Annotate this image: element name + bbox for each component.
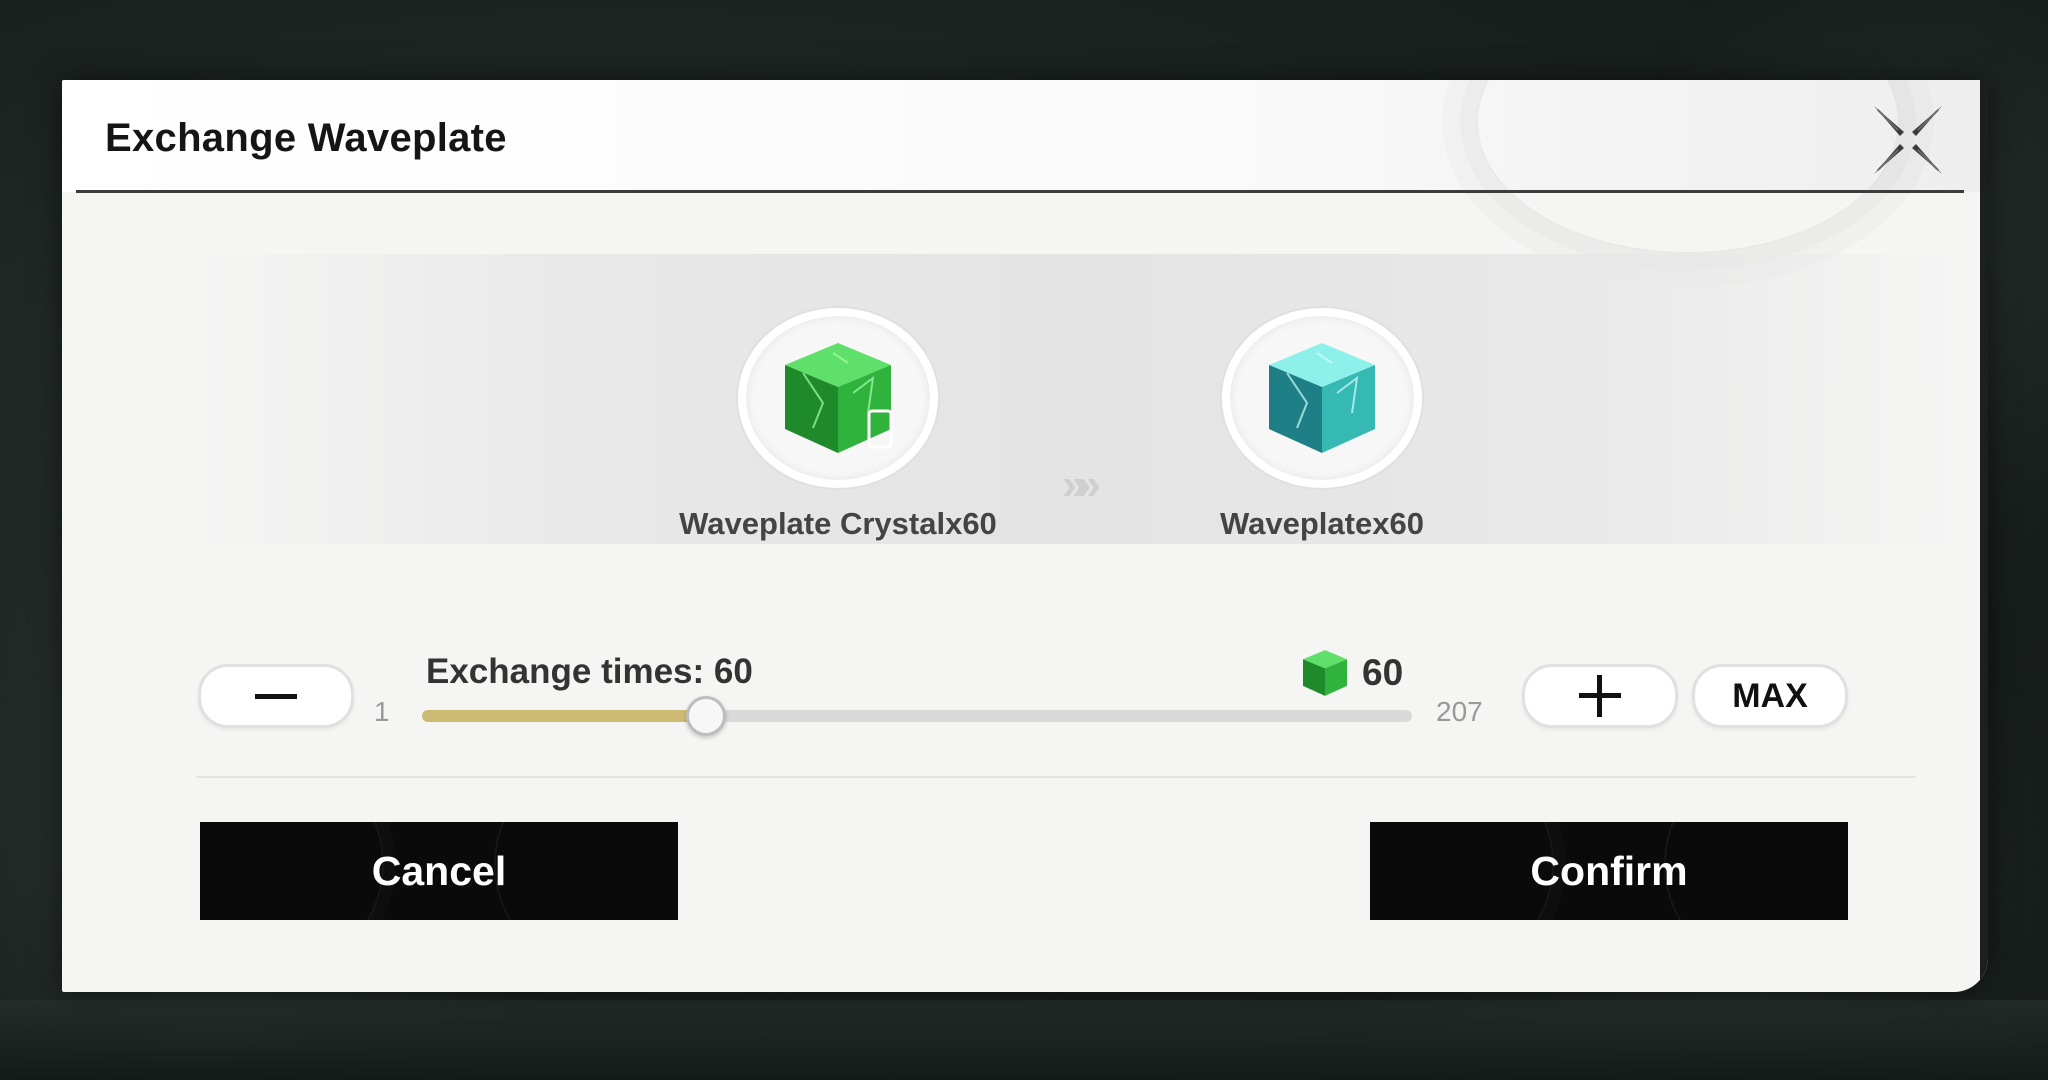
decrease-button[interactable] xyxy=(198,664,354,728)
cancel-button-label: Cancel xyxy=(371,847,507,894)
increase-button[interactable] xyxy=(1522,664,1678,728)
header-decoration xyxy=(1476,80,1900,254)
confirm-button[interactable]: Confirm xyxy=(1370,822,1848,920)
source-item: Waveplate Crystalx60 xyxy=(618,308,1058,542)
exchange-times-label: Exchange times: 60 xyxy=(426,652,753,691)
cancel-button[interactable]: Cancel xyxy=(200,822,678,920)
dialog-title: Exchange Waveplate xyxy=(105,116,507,160)
target-item-frame xyxy=(1222,308,1422,488)
target-item-label: Waveplatex60 xyxy=(1220,506,1424,541)
background-bottom-strip xyxy=(0,1000,2048,1080)
close-icon xyxy=(1874,106,1942,174)
exchange-arrow-icon: »» xyxy=(1062,460,1101,509)
target-item: Waveplatex60 xyxy=(1102,308,1542,542)
exchange-times-slider[interactable] xyxy=(422,696,1412,736)
header-divider xyxy=(76,190,1964,193)
dialog-edge xyxy=(1980,80,1988,992)
slider-handle[interactable] xyxy=(685,696,726,736)
slider-fill xyxy=(422,710,706,722)
max-button[interactable]: MAX xyxy=(1692,664,1848,728)
slider-min-label: 1 xyxy=(374,696,390,727)
waveplate-icon xyxy=(1269,343,1375,453)
slider-max-label: 207 xyxy=(1436,696,1483,727)
waveplate-crystal-icon xyxy=(785,343,893,453)
source-item-frame xyxy=(738,308,938,488)
waveplate-crystal-icon xyxy=(1302,650,1348,696)
close-button[interactable] xyxy=(1868,100,1948,180)
dialog-header: Exchange Waveplate xyxy=(62,80,1980,254)
cost-value: 60 xyxy=(1362,652,1404,693)
confirm-button-label: Confirm xyxy=(1530,847,1688,894)
section-divider xyxy=(196,776,1916,778)
exchange-waveplate-dialog: Exchange Waveplate Waveplate Crystalx60 … xyxy=(62,80,1988,992)
minus-icon xyxy=(255,693,297,699)
plus-icon xyxy=(1579,675,1621,717)
source-item-label: Waveplate Crystalx60 xyxy=(679,506,997,541)
